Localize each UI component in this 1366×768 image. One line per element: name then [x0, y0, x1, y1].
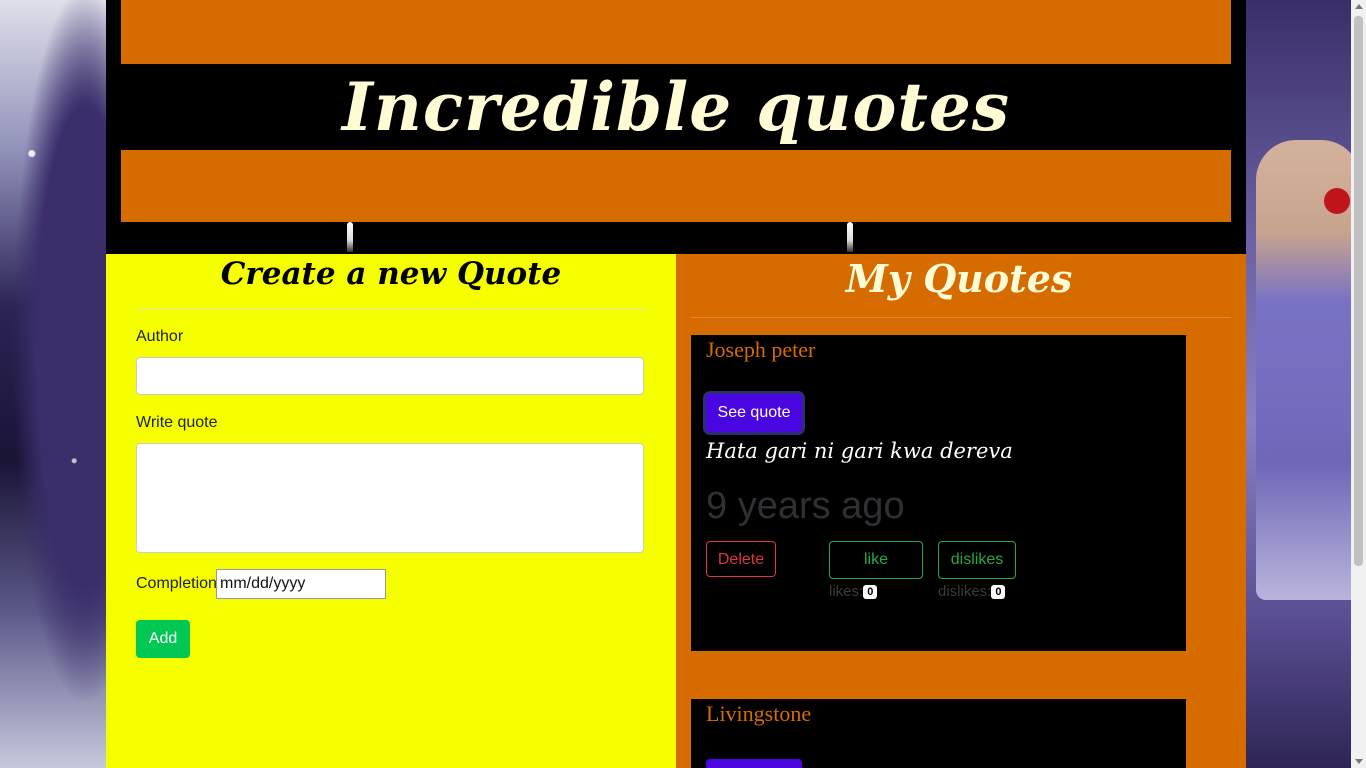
quote-author: Livingstone — [706, 701, 812, 726]
add-button[interactable]: Add — [136, 620, 190, 658]
quote-author: Joseph peter — [706, 337, 816, 362]
quote-textarea[interactable] — [136, 443, 644, 553]
divider — [136, 308, 646, 309]
scrollbar-thumb[interactable] — [1354, 16, 1363, 566]
dislikes-badge: 0 — [991, 585, 1006, 600]
dislike-button[interactable]: dislikes — [938, 541, 1016, 579]
quote-card: Joseph peter See quote Hata gari ni gari… — [691, 335, 1186, 651]
site-title: Incredible quotes — [341, 68, 1010, 146]
candle-decoration-right — [847, 222, 853, 252]
background-art-left — [0, 0, 106, 768]
quote-time-ago: 9 years ago — [706, 485, 905, 527]
completion-label: Completion — [136, 575, 217, 592]
likes-label: likes: — [829, 583, 864, 600]
completion-date-input[interactable]: mm/dd/yyyy — [216, 569, 386, 599]
create-quote-title: Create a new Quote — [220, 256, 562, 292]
candle-decoration-left — [347, 222, 353, 252]
scroll-up-icon[interactable] — [1355, 4, 1363, 9]
header-band-top — [121, 0, 1231, 64]
likes-count: likes: 0 — [829, 583, 878, 600]
my-quotes-panel: My Quotes Joseph peter See quote Hata ga… — [676, 254, 1246, 768]
background-flower — [1324, 188, 1350, 214]
quote-card: Livingstone — [691, 699, 1186, 768]
my-quotes-title: My Quotes — [845, 256, 1073, 301]
dislikes-count: dislikes: 0 — [938, 583, 1006, 600]
see-quote-button[interactable] — [706, 759, 802, 768]
scroll-down-icon[interactable] — [1355, 759, 1363, 764]
create-quote-panel: Create a new Quote Author Write quote Co… — [106, 254, 676, 768]
see-quote-button[interactable]: See quote — [706, 394, 802, 432]
quote-label: Write quote — [136, 414, 218, 431]
background-art-right — [1246, 0, 1366, 768]
like-button[interactable]: like — [829, 541, 923, 579]
author-label: Author — [136, 328, 184, 345]
dislikes-label: dislikes: — [938, 583, 992, 600]
delete-button[interactable]: Delete — [706, 541, 776, 577]
author-input[interactable] — [136, 357, 644, 395]
divider — [691, 317, 1231, 318]
header-band-bottom — [121, 150, 1231, 222]
scrollbar[interactable] — [1351, 0, 1366, 768]
likes-badge: 0 — [863, 585, 878, 600]
site-header: Incredible quotes — [106, 0, 1246, 254]
quote-text: Hata gari ni gari kwa dereva — [706, 439, 1013, 463]
